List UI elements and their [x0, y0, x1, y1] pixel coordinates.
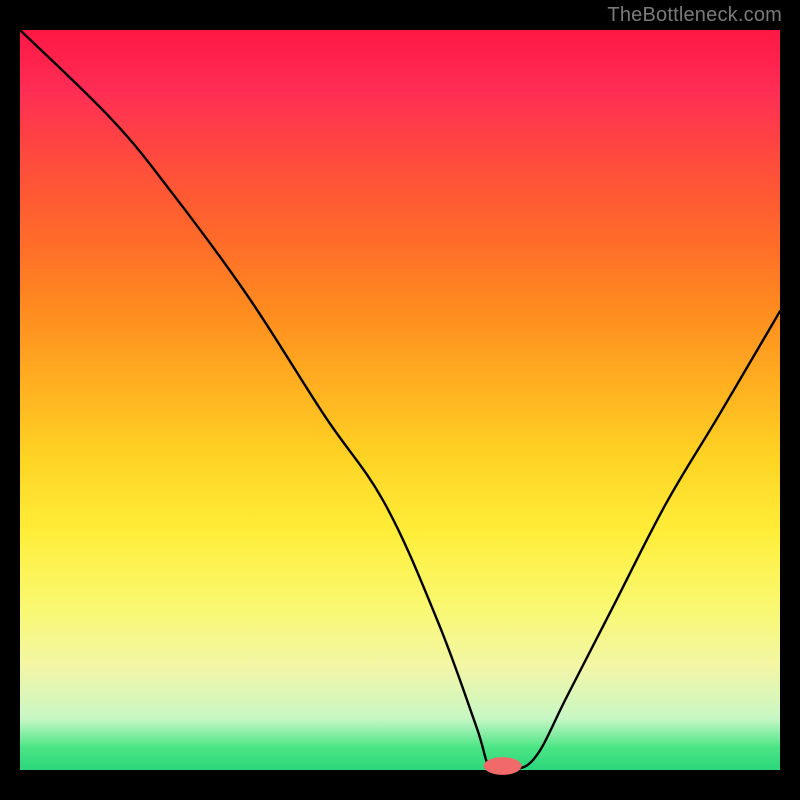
plot-area: [20, 30, 780, 770]
bottleneck-curve: [20, 30, 780, 774]
chart-frame: TheBottleneck.com: [0, 0, 800, 800]
bottleneck-marker: [484, 757, 522, 775]
watermark-text: TheBottleneck.com: [607, 4, 782, 27]
chart-svg: [20, 30, 780, 770]
